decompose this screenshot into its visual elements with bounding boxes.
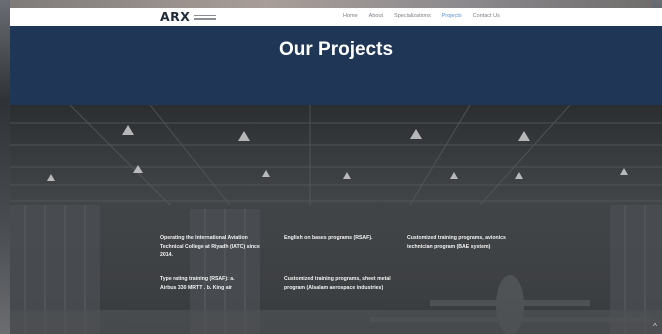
webpage: ARX Home About Specializations Projects … (10, 8, 662, 334)
nav-link-specializations[interactable]: Specializations (394, 13, 431, 20)
project-item: English on bases programs (RSAF). (284, 235, 373, 241)
nav-link-contact-us[interactable]: Contact Us (473, 13, 500, 20)
logo-tagline-mark (194, 14, 217, 20)
logo[interactable]: ARX (160, 9, 217, 24)
project-item: Operating the International Aviation Tec… (160, 235, 260, 258)
project-item: Customized training programs, avionics t… (407, 235, 506, 250)
logo-text: ARX (160, 9, 191, 24)
hangar-illustration (10, 105, 662, 334)
nav-link-home[interactable]: Home (343, 13, 358, 20)
hero-banner: Our Projects (10, 26, 662, 105)
project-item: Customized training programs, sheet meta… (284, 276, 391, 291)
nav-links: Home About Specializations Projects Cont… (343, 13, 511, 20)
page-title: Our Projects (278, 39, 394, 60)
project-item: Type rating training (RSAF): a. Airbus 3… (160, 276, 235, 291)
scroll-to-top-button[interactable]: ^ (650, 322, 660, 332)
blurred-frame-left (0, 0, 10, 334)
nav-link-projects[interactable]: Projects (442, 13, 462, 20)
hangar-background-image: Operating the International Aviation Tec… (10, 105, 662, 334)
nav-link-about[interactable]: About (369, 13, 383, 20)
chevron-up-icon: ^ (653, 322, 657, 331)
navbar: ARX Home About Specializations Projects … (10, 8, 662, 26)
blurred-frame-top (0, 0, 662, 8)
